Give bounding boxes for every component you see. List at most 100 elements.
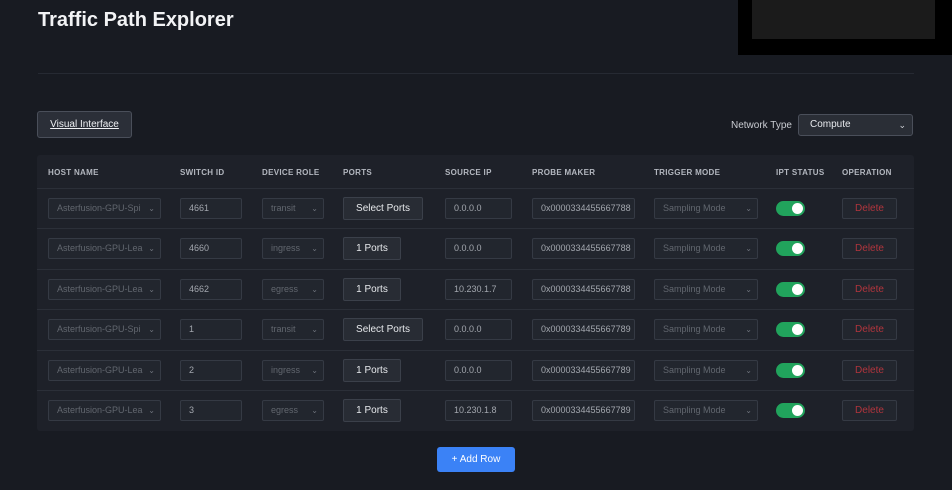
host-name-select[interactable]: Asterfusion-GPU-Lea ⌄ xyxy=(48,400,161,421)
host-name-select[interactable]: Asterfusion-GPU-Lea ⌄ xyxy=(48,360,161,381)
trigger-mode-select[interactable]: Sampling Mode ⌄ xyxy=(654,400,758,421)
network-type-label: Network Type xyxy=(731,120,792,131)
host-name-select-value: Asterfusion-GPU-Lea xyxy=(57,405,143,415)
header-divider xyxy=(38,73,914,74)
chevron-down-icon: ⌄ xyxy=(311,366,318,375)
delete-button[interactable]: Delete xyxy=(842,279,897,300)
network-type-select[interactable]: Compute ⌄ xyxy=(798,114,913,136)
row-divider xyxy=(37,269,914,270)
device-role-select[interactable]: egress ⌄ xyxy=(262,279,324,300)
probe-maker-input[interactable]: 0x0000334455667788 xyxy=(532,238,635,259)
column-header: OPERATION xyxy=(842,168,892,177)
probe-maker-input[interactable]: 0x0000334455667789 xyxy=(532,319,635,340)
delete-button[interactable]: Delete xyxy=(842,360,897,381)
trigger-mode-select[interactable]: Sampling Mode ⌄ xyxy=(654,238,758,259)
chevron-down-icon: ⌄ xyxy=(745,325,752,334)
device-role-select-value: ingress xyxy=(271,243,301,253)
ipt-status-toggle[interactable] xyxy=(776,363,805,378)
trigger-mode-select[interactable]: Sampling Mode ⌄ xyxy=(654,279,758,300)
chevron-down-icon: ⌄ xyxy=(745,244,752,253)
host-name-select[interactable]: Asterfusion-GPU-Lea ⌄ xyxy=(48,279,161,300)
probe-maker-input[interactable]: 0x0000334455667788 xyxy=(532,198,635,219)
ipt-status-toggle[interactable] xyxy=(776,403,805,418)
switch-id-input[interactable]: 2 xyxy=(180,360,242,381)
row-divider xyxy=(37,390,914,391)
host-name-select-value: Asterfusion-GPU-Lea xyxy=(57,243,143,253)
column-header: TRIGGER MODE xyxy=(654,168,721,177)
device-role-select[interactable]: transit ⌄ xyxy=(262,319,324,340)
source-ip-input[interactable]: 0.0.0.0 xyxy=(445,238,512,259)
visual-interface-button[interactable]: Visual Interface xyxy=(37,111,132,138)
delete-button[interactable]: Delete xyxy=(842,319,897,340)
host-name-select-value: Asterfusion-GPU-Lea xyxy=(57,284,143,294)
switch-id-input[interactable]: 1 xyxy=(180,319,242,340)
chevron-down-icon: ⌄ xyxy=(745,285,752,294)
device-role-select[interactable]: ingress ⌄ xyxy=(262,360,324,381)
switch-id-input[interactable]: 3 xyxy=(180,400,242,421)
toggle-knob xyxy=(792,243,803,254)
host-name-select[interactable]: Asterfusion-GPU-Spi ⌄ xyxy=(48,319,161,340)
trigger-mode-select-value: Sampling Mode xyxy=(663,405,726,415)
toggle-knob xyxy=(792,365,803,376)
device-role-select[interactable]: ingress ⌄ xyxy=(262,238,324,259)
source-ip-input[interactable]: 10.230.1.7 xyxy=(445,279,512,300)
ports-button[interactable]: 1 Ports xyxy=(343,399,401,422)
source-ip-input[interactable]: 0.0.0.0 xyxy=(445,198,512,219)
switch-id-input[interactable]: 4661 xyxy=(180,198,242,219)
ipt-status-toggle[interactable] xyxy=(776,282,805,297)
delete-button[interactable]: Delete xyxy=(842,400,897,421)
device-role-select[interactable]: transit ⌄ xyxy=(262,198,324,219)
host-name-select[interactable]: Asterfusion-GPU-Lea ⌄ xyxy=(48,238,161,259)
trigger-mode-select[interactable]: Sampling Mode ⌄ xyxy=(654,319,758,340)
column-header: IPT STATUS xyxy=(776,168,825,177)
trigger-mode-select-value: Sampling Mode xyxy=(663,365,726,375)
ports-button[interactable]: 1 Ports xyxy=(343,359,401,382)
delete-button[interactable]: Delete xyxy=(842,198,897,219)
ports-button[interactable]: 1 Ports xyxy=(343,278,401,301)
ipt-status-toggle[interactable] xyxy=(776,201,805,216)
chevron-down-icon: ⌄ xyxy=(148,406,155,415)
ipt-status-toggle[interactable] xyxy=(776,322,805,337)
chevron-down-icon: ⌄ xyxy=(311,285,318,294)
black-overlay-panel xyxy=(738,0,952,55)
row-divider xyxy=(37,228,914,229)
chevron-down-icon: ⌄ xyxy=(148,204,155,213)
source-ip-input[interactable]: 0.0.0.0 xyxy=(445,360,512,381)
delete-button[interactable]: Delete xyxy=(842,238,897,259)
toggle-knob xyxy=(792,203,803,214)
host-name-select[interactable]: Asterfusion-GPU-Spi ⌄ xyxy=(48,198,161,219)
overlay-inner-panel xyxy=(752,0,935,39)
toggle-knob xyxy=(792,284,803,295)
chevron-down-icon: ⌄ xyxy=(311,406,318,415)
device-role-select[interactable]: egress ⌄ xyxy=(262,400,324,421)
host-name-select-value: Asterfusion-GPU-Spi xyxy=(57,203,141,213)
ipt-status-toggle[interactable] xyxy=(776,241,805,256)
source-ip-input[interactable]: 10.230.1.8 xyxy=(445,400,512,421)
column-header: SWITCH ID xyxy=(180,168,225,177)
ports-button[interactable]: Select Ports xyxy=(343,197,423,220)
trigger-mode-select[interactable]: Sampling Mode ⌄ xyxy=(654,198,758,219)
column-header: DEVICE ROLE xyxy=(262,168,320,177)
device-role-select-value: transit xyxy=(271,324,296,334)
switch-id-input[interactable]: 4660 xyxy=(180,238,242,259)
probe-maker-input[interactable]: 0x0000334455667789 xyxy=(532,400,635,421)
row-divider xyxy=(37,350,914,351)
trigger-mode-select-value: Sampling Mode xyxy=(663,203,726,213)
switch-id-input[interactable]: 4662 xyxy=(180,279,242,300)
chevron-down-icon: ⌄ xyxy=(898,120,906,130)
source-ip-input[interactable]: 0.0.0.0 xyxy=(445,319,512,340)
column-header: HOST NAME xyxy=(48,168,99,177)
probe-maker-input[interactable]: 0x0000334455667789 xyxy=(532,360,635,381)
chevron-down-icon: ⌄ xyxy=(148,325,155,334)
column-header: SOURCE IP xyxy=(445,168,492,177)
chevron-down-icon: ⌄ xyxy=(311,325,318,334)
add-row-button[interactable]: + Add Row xyxy=(437,447,515,472)
chevron-down-icon: ⌄ xyxy=(745,406,752,415)
chevron-down-icon: ⌄ xyxy=(148,285,155,294)
ports-button[interactable]: 1 Ports xyxy=(343,237,401,260)
trigger-mode-select-value: Sampling Mode xyxy=(663,284,726,294)
ports-button[interactable]: Select Ports xyxy=(343,318,423,341)
trigger-mode-select[interactable]: Sampling Mode ⌄ xyxy=(654,360,758,381)
column-header: PORTS xyxy=(343,168,373,177)
probe-maker-input[interactable]: 0x0000334455667788 xyxy=(532,279,635,300)
